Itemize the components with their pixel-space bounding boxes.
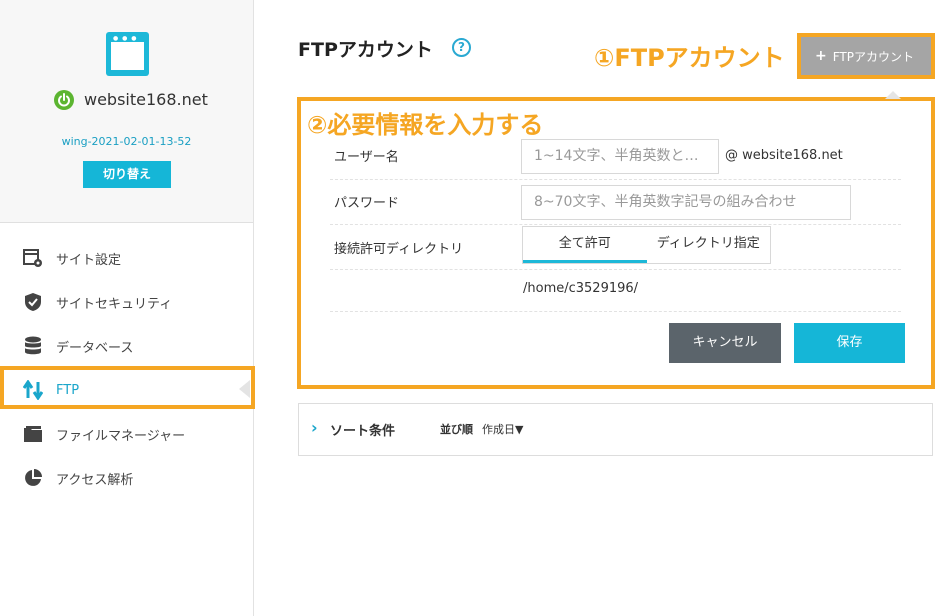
ftp-account-form: ②必要情報を入力する ユーザー名 1~14文字、半角英数と… @ website… (297, 91, 935, 389)
password-input[interactable]: 8~70文字、半角英数字記号の組み合わせ (521, 185, 851, 220)
folder-icon (22, 423, 44, 445)
plus-icon: + (815, 48, 827, 64)
shield-check-icon (22, 291, 44, 313)
sidebar-item-label: アクセス解析 (56, 472, 134, 488)
sidebar-item-label: サイトセキュリティ (56, 296, 173, 312)
add-ftp-account-button[interactable]: + FTPアカウント (801, 37, 931, 75)
sort-title: ソート条件 (330, 424, 396, 439)
sidebar-item-access-analytics[interactable]: アクセス解析 (0, 458, 253, 498)
password-row: パスワード 8~70文字、半角英数字記号の組み合わせ (330, 180, 901, 225)
sort-order-select[interactable]: 作成日▼ (482, 421, 523, 437)
power-status-icon (54, 90, 74, 110)
sidebar-item-database[interactable]: データベース (0, 326, 253, 366)
site-info-panel: ● ● ● website168.net wing-2021-02-01-13-… (0, 0, 253, 223)
cancel-button[interactable]: キャンセル (669, 323, 781, 363)
annotation-highlight-ftp (0, 366, 255, 409)
password-label: パスワード (334, 196, 400, 211)
server-id: wing-2021-02-01-13-52 (61, 135, 192, 148)
directory-option-all[interactable]: 全て許可 (523, 227, 647, 263)
sort-conditions-bar[interactable]: › ソート条件 並び順 作成日▼ (298, 403, 933, 456)
website-icon: ● ● ● (106, 32, 149, 76)
chevron-right-icon: › (311, 418, 318, 437)
help-icon[interactable]: ? (452, 38, 471, 57)
annotation-highlight-add: + FTPアカウント (797, 33, 935, 79)
switch-button[interactable]: 切り替え (83, 161, 171, 188)
directory-option-specify[interactable]: ディレクトリ指定 (647, 227, 771, 263)
sidebar-item-site-settings[interactable]: サイト設定 (0, 238, 253, 278)
database-icon (22, 335, 44, 357)
username-input[interactable]: 1~14文字、半角英数と… (521, 139, 719, 174)
page-title: FTPアカウント (298, 39, 433, 61)
add-ftp-account-label: FTPアカウント (832, 49, 914, 64)
username-label: ユーザー名 (334, 150, 399, 165)
sidebar-item-site-security[interactable]: サイトセキュリティ (0, 282, 253, 322)
directory-segmented-control: 全て許可 ディレクトリ指定 (522, 226, 771, 264)
sidebar: ● ● ● website168.net wing-2021-02-01-13-… (0, 0, 254, 616)
sidebar-item-label: データベース (56, 340, 134, 356)
sidebar-item-label: サイト設定 (56, 252, 122, 268)
pie-chart-icon (22, 467, 44, 489)
username-row: ユーザー名 1~14文字、半角英数と… @ website168.net (330, 131, 901, 180)
site-settings-icon (22, 247, 44, 269)
panel-pointer (885, 91, 901, 99)
sidebar-item-file-manager[interactable]: ファイルマネージャー (0, 414, 253, 454)
directory-path: /home/c3529196/ (523, 281, 639, 296)
site-name: website168.net (84, 90, 208, 109)
directory-label: 接続許可ディレクトリ (334, 242, 464, 257)
sidebar-item-label: ファイルマネージャー (56, 428, 186, 444)
domain-suffix: @ website168.net (725, 148, 843, 163)
save-button[interactable]: 保存 (794, 323, 905, 363)
annotation-step-1: ①FTPアカウント (594, 44, 785, 72)
sort-order-label: 並び順 (440, 423, 473, 436)
